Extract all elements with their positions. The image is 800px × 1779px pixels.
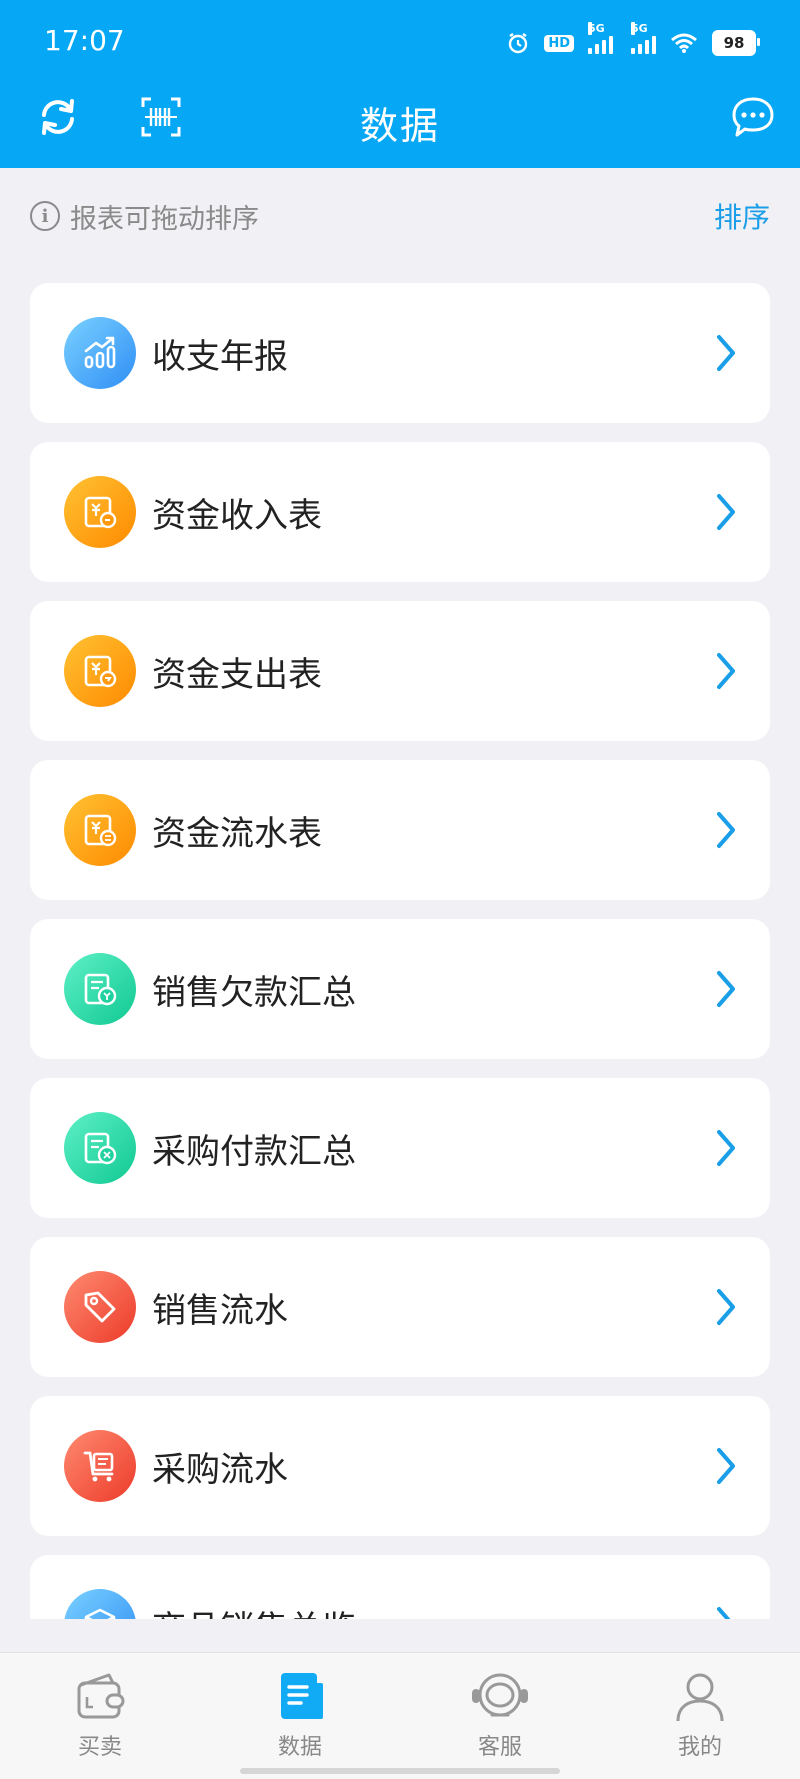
report-label: 收支年报 [152,336,288,377]
chevron-right-icon [717,494,735,530]
sort-button[interactable]: 排序 [714,196,770,236]
chevron-right-icon [717,971,735,1007]
message-icon [732,97,774,137]
battery-icon: 98 [712,30,760,56]
home-indicator [240,1768,560,1774]
report-label: 采购付款汇总 [152,1131,356,1172]
chevron-right-icon [717,1130,735,1166]
report-item-expense[interactable]: 资金支出表 [30,601,770,741]
chevron-right-icon [717,1289,735,1325]
nav-label: 我的 [677,1735,722,1760]
status-icons: HD 5G 5G 98 [506,22,760,60]
cashflow-report-icon [64,794,136,866]
shopping-cart-icon [64,1430,136,1502]
expense-report-icon [64,635,136,707]
wallet-icon [77,1673,125,1719]
chevron-right-icon [717,1607,731,1619]
report-item-sales-debt[interactable]: 销售欠款汇总 [30,919,770,1059]
top-bar: 17:07 HD 5G 5G 98 数据 [0,0,800,168]
report-label: 资金流水表 [152,813,322,854]
alarm-icon [509,33,528,54]
report-label: 销售欠款汇总 [152,972,356,1013]
bottom-nav: 买卖 数据 客服 我的 [0,1652,800,1779]
signal-1-icon: 5G [588,22,613,54]
nav-label: 数据 [277,1735,322,1760]
report-item-purchase-flow[interactable]: 采购流水 [30,1396,770,1536]
chevron-right-icon [717,335,735,371]
report-list: 收支年报 资金收入表 资金支出表 资金流水表 销售欠款汇总 采购付款汇总 销售流… [30,283,770,1619]
hint-text: 报表可拖动排序 [70,203,259,235]
report-item-income[interactable]: 资金收入表 [30,442,770,582]
report-item-cashflow[interactable]: 资金流水表 [30,760,770,900]
nav-label: 买卖 [77,1735,122,1760]
status-time: 17:07 [44,24,125,57]
chevron-right-icon [717,1448,735,1484]
bar-chart-icon [64,317,136,389]
nav-item-trade[interactable]: 买卖 [0,1653,200,1779]
chevron-right-icon [717,812,735,848]
drag-sort-hint: i 报表可拖动排序 [30,197,259,236]
report-item-annual[interactable]: 收支年报 [30,283,770,423]
report-item-sales-flow[interactable]: 销售流水 [30,1237,770,1377]
info-icon: i [30,201,60,231]
network-label-2: 5G [631,22,648,35]
document-icon [281,1673,323,1719]
chevron-right-icon [717,653,735,689]
page-title: 数据 [359,104,440,148]
report-label: 商品销售总览 [152,1601,356,1620]
nav-item-service[interactable]: 客服 [400,1653,600,1779]
report-label: 资金支出表 [152,654,322,695]
sales-debt-icon [64,953,136,1025]
price-tag-icon [64,1271,136,1343]
purchase-payment-icon [64,1112,136,1184]
income-report-icon [64,476,136,548]
report-label: 采购流水 [152,1449,288,1490]
hd-badge: HD [544,34,574,52]
wifi-icon [671,33,697,53]
report-item-purchase-payment[interactable]: 采购付款汇总 [30,1078,770,1218]
network-label-1: 5G [588,22,605,35]
nav-item-data[interactable]: 数据 [200,1653,400,1779]
message-button[interactable] [728,92,778,142]
nav-item-me[interactable]: 我的 [600,1653,800,1779]
report-item-product-sales[interactable]: 商品销售总览 [30,1555,770,1619]
report-label: 资金收入表 [152,495,322,536]
headset-icon [472,1673,528,1717]
hint-row: i 报表可拖动排序 排序 [30,196,770,236]
user-icon [676,1673,724,1722]
box-icon [64,1589,136,1619]
report-label: 销售流水 [152,1290,288,1331]
signal-2-icon: 5G [631,22,656,54]
nav-label: 客服 [477,1735,522,1760]
